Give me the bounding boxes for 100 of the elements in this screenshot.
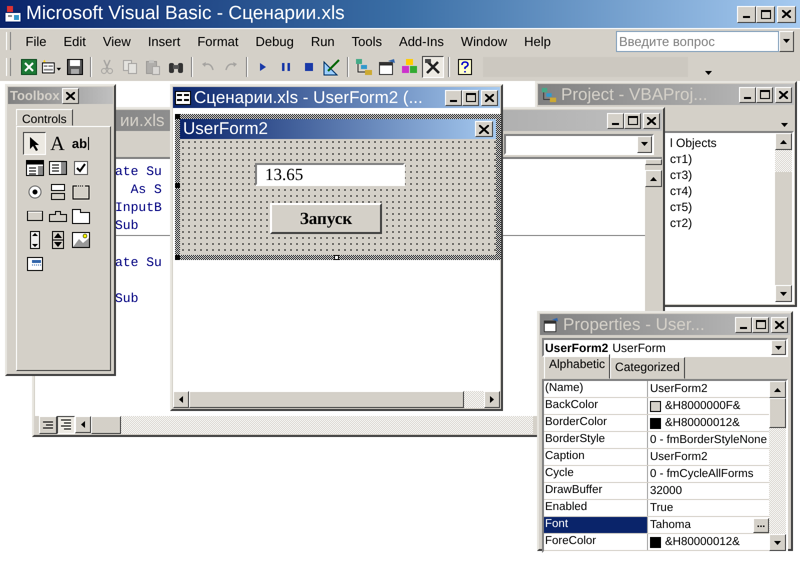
menu-item[interactable]: Window [452,34,516,48]
run-button[interactable]: Запуск [270,203,382,234]
close-icon [779,90,788,98]
code-line: InputB [115,199,162,217]
vertical-scrollbar[interactable] [769,381,786,551]
save-button[interactable] [64,56,86,78]
dropdown-arrow-icon [783,39,790,43]
minimize-icon [743,16,750,18]
tab[interactable]: Controls [16,109,73,126]
close-button[interactable] [62,88,79,104]
close-icon [66,92,75,100]
full-module-view-button[interactable] [57,416,75,434]
maximize-button[interactable] [624,112,641,128]
menu-item[interactable]: Debug [247,34,302,48]
property-name[interactable]: Enabled [544,500,648,516]
scroll-right-icon [490,396,494,403]
scrollbar-thumb[interactable] [769,398,786,428]
close-button[interactable] [643,112,660,128]
vertical-scrollbar[interactable] [775,133,792,302]
command-button-icon [26,210,42,220]
minimize-button[interactable] [739,86,756,102]
resize-handle[interactable] [175,114,180,119]
close-button[interactable] [475,121,493,137]
maximize-icon [760,90,770,99]
minimize-button[interactable] [445,90,462,106]
resize-handle[interactable] [334,255,339,260]
help-search-field[interactable]: Введите вопрос [616,30,779,52]
multi-page-icon [72,208,90,224]
maximize-button[interactable] [756,86,773,102]
scrollbar-thumb[interactable] [189,391,464,408]
list-box-icon [48,160,66,174]
form-caption: UserForm2 [183,119,268,139]
menu-item[interactable]: File [17,34,55,48]
text-input[interactable]: 13.65 [255,163,405,186]
minimize-button[interactable] [607,112,624,128]
minimize-icon [612,122,619,124]
minimize-icon [740,326,747,328]
browse-button[interactable]: ... [753,518,769,532]
menu-item[interactable]: Add-Ins [390,34,452,48]
toolbar-options-icon[interactable] [705,71,712,75]
scroll-up-icon [650,176,657,180]
scrollbar-thumb[interactable] [91,416,121,434]
maximize-button[interactable] [752,316,769,332]
close-icon [647,116,656,124]
scissors-icon [99,59,115,75]
selection-frame[interactable]: UserForm2 13.65 Запуск [175,114,501,260]
window-title: Project - VBAProj... [561,84,708,104]
menu-item[interactable]: Format [188,34,247,48]
spreadsheet-icon [21,59,37,75]
procedure-view-button[interactable] [39,416,57,434]
maximize-button[interactable] [462,90,479,106]
resize-handle[interactable] [175,183,180,188]
property-name[interactable]: BackColor [544,398,648,414]
project-tree-item[interactable]: ст2) [670,215,775,231]
menu-item[interactable]: Tools [343,34,391,48]
properties-button[interactable] [376,56,398,78]
project-tree-item[interactable]: ст3) [670,167,775,183]
property-name[interactable]: Cycle [544,466,648,482]
project-button[interactable] [353,56,375,78]
maximize-button[interactable] [756,6,775,22]
clipboard-icon [145,59,161,75]
close-button[interactable] [771,316,788,332]
horizontal-scrollbar[interactable] [173,391,500,408]
property-name[interactable]: DrawBuffer [544,483,648,499]
spin-button-icon [52,230,64,248]
close-button[interactable] [481,90,498,106]
property-name[interactable]: Font [544,517,648,533]
property-name[interactable]: ForeColor [544,534,648,550]
object-browser-icon [401,58,419,76]
code-line: Sub [115,217,138,235]
toolbox-tool-button[interactable]: ab [69,132,92,155]
menu-item[interactable]: View [94,34,140,48]
object-dropdown[interactable]: UserForm2 UserForm [542,338,788,357]
minimize-button[interactable] [737,6,756,22]
code-line: Sub [115,290,138,308]
property-name[interactable]: BorderColor [544,415,648,431]
minimize-button[interactable] [735,316,752,332]
menu-item[interactable]: Run [302,34,344,48]
property-value: 0 - fmBorderStyleNone [650,434,767,446]
toolbox-tool-button[interactable] [23,132,46,155]
project-tree-item[interactable]: l Objects [670,135,775,151]
menu-item[interactable]: Insert [139,34,189,48]
project-tree-item[interactable]: ст5) [670,199,775,215]
toolbox-button[interactable] [422,56,444,78]
menu-item[interactable]: Edit [54,34,94,48]
tab-strip-icon [48,210,66,222]
toolbox-tool-button[interactable]: A [46,132,69,155]
close-button[interactable] [777,6,796,22]
property-name[interactable]: (Name) [544,381,648,397]
property-name[interactable]: Caption [544,449,648,465]
project-tree-item[interactable]: ст1) [670,151,775,167]
property-name[interactable]: BorderStyle [544,432,648,448]
close-button[interactable] [775,86,792,102]
window-title: Microsoft Visual Basic - Сценарии.xls [26,3,345,25]
procedure-dropdown[interactable] [504,134,654,154]
resize-handle[interactable] [175,255,180,260]
menu-item[interactable]: Help [516,34,560,48]
toolbar-options-icon[interactable] [781,123,788,127]
project-tree-item[interactable]: ст4) [670,183,775,199]
excel-button[interactable] [18,56,40,78]
